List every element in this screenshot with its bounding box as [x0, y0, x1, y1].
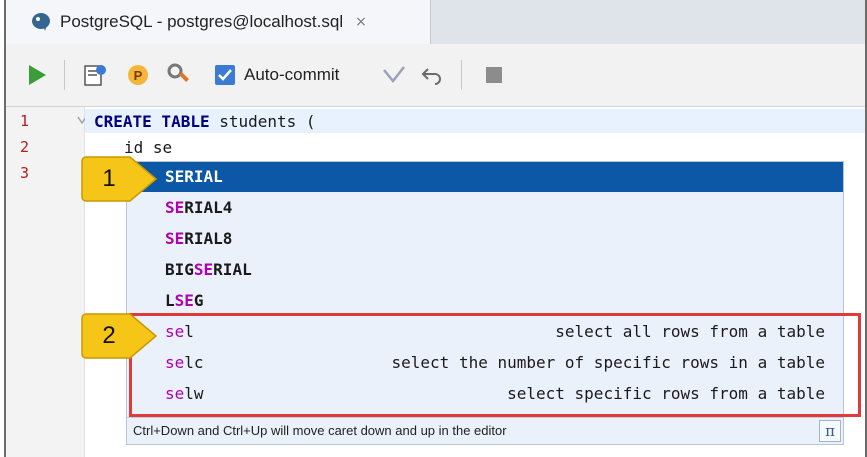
- completion-item-label: SERIAL4: [165, 198, 232, 217]
- completion-item-serial8[interactable]: SERIAL8: [127, 224, 843, 254]
- run-icon: [29, 65, 46, 85]
- match-highlight: SE: [193, 260, 214, 279]
- tab-title: PostgreSQL - postgres@localhost.sql: [60, 12, 344, 31]
- match-highlight: SE: [165, 198, 185, 217]
- autocommit-label: Auto-commit: [244, 65, 340, 84]
- completion-item-label: BIGSERIAL: [165, 260, 252, 279]
- live-templates-highlight-box: [129, 313, 861, 417]
- match-highlight: SE: [165, 167, 185, 186]
- explain-plan-button[interactable]: [82, 58, 108, 92]
- completion-text: BIG: [165, 260, 194, 279]
- code-line-1: CREATE TABLE students (: [94, 112, 316, 131]
- checkmark-icon: [383, 66, 405, 83]
- close-icon[interactable]: ×: [355, 14, 367, 30]
- completion-item-lseg[interactable]: LSEG: [127, 286, 843, 316]
- match-highlight: SE: [165, 229, 185, 248]
- callout-number: 1: [102, 165, 116, 192]
- run-button[interactable]: [26, 58, 48, 92]
- tab-bar: PostgreSQL - postgres@localhost.sql ×: [6, 0, 865, 45]
- callout-number: 2: [102, 322, 116, 349]
- match-highlight: SE: [174, 291, 194, 310]
- settings-button[interactable]: [166, 58, 192, 92]
- pi-icon[interactable]: π: [819, 420, 841, 442]
- checkbox-icon[interactable]: [214, 64, 236, 86]
- completion-item-bigserial[interactable]: BIGSERIAL: [127, 255, 843, 285]
- completion-item-label: SERIAL: [165, 167, 223, 186]
- line-number-gutter: 1 2 3: [6, 107, 87, 457]
- p-badge-icon: P: [128, 65, 148, 85]
- completion-text: RIAL: [184, 167, 223, 186]
- completion-text: RIAL8: [184, 229, 233, 248]
- completion-text: L: [165, 291, 175, 310]
- postgresql-elephant-icon: [32, 13, 50, 31]
- line-number: 3: [20, 164, 30, 182]
- toolbar-separator: [64, 60, 65, 90]
- toolbar: P Auto-commit: [6, 44, 865, 107]
- completion-hint: Ctrl+Down and Ctrl+Up will move caret do…: [133, 423, 507, 438]
- editor-window: PostgreSQL - postgres@localhost.sql × P: [4, 0, 867, 457]
- stop-button[interactable]: [484, 58, 504, 92]
- code-text: students (: [209, 112, 316, 131]
- line-number: 1: [20, 112, 30, 130]
- completion-text: RIAL4: [184, 198, 233, 217]
- callout-2: 2: [80, 312, 160, 360]
- completion-item-serial4[interactable]: SERIAL4: [127, 193, 843, 223]
- undo-icon: [421, 68, 441, 85]
- line-number: 2: [20, 138, 30, 156]
- callout-1: 1: [80, 155, 160, 203]
- completion-text: RIAL: [213, 260, 252, 279]
- p-badge-button[interactable]: P: [126, 58, 150, 92]
- sql-keyword: CREATE TABLE: [94, 112, 210, 131]
- rollback-button[interactable]: [420, 58, 444, 92]
- settings-icon: [167, 63, 189, 82]
- tab-postgresql-file[interactable]: PostgreSQL - postgres@localhost.sql ×: [6, 0, 431, 44]
- completion-item-label: SERIAL8: [165, 229, 232, 248]
- completion-footer: Ctrl+Down and Ctrl+Up will move caret do…: [127, 417, 843, 444]
- stop-icon: [486, 67, 502, 83]
- svg-text:P: P: [134, 68, 143, 83]
- toolbar-separator: [461, 60, 462, 90]
- explain-plan-icon: [84, 65, 106, 86]
- completion-item-label: LSEG: [165, 291, 204, 310]
- autocommit-toggle[interactable]: Auto-commit: [214, 58, 339, 92]
- completion-text: G: [193, 291, 204, 310]
- completion-item-serial[interactable]: SERIAL: [127, 162, 843, 192]
- commit-button[interactable]: [381, 58, 407, 92]
